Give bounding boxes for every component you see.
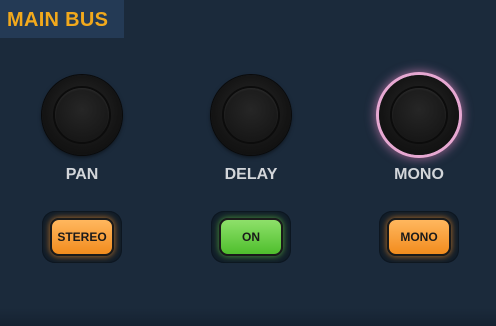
main-bus-panel: MAIN BUS PAN DELAY MONO STEREO ON MONO [0,0,496,326]
mono-knob[interactable] [379,75,459,155]
stereo-button[interactable]: STEREO [50,218,114,256]
delay-knob[interactable] [211,75,291,155]
mono-button[interactable]: MONO [387,218,451,256]
mono-button-well: MONO [379,211,459,263]
panel-title-tab: MAIN BUS [0,0,124,38]
pan-knob[interactable] [42,75,122,155]
panel-title: MAIN BUS [7,9,109,31]
on-button-well: ON [211,211,291,263]
mono-label: MONO [394,166,444,183]
stereo-button-well: STEREO [42,211,122,263]
pan-label: PAN [65,166,99,183]
on-button[interactable]: ON [219,218,283,256]
delay-label: DELAY [224,166,278,183]
